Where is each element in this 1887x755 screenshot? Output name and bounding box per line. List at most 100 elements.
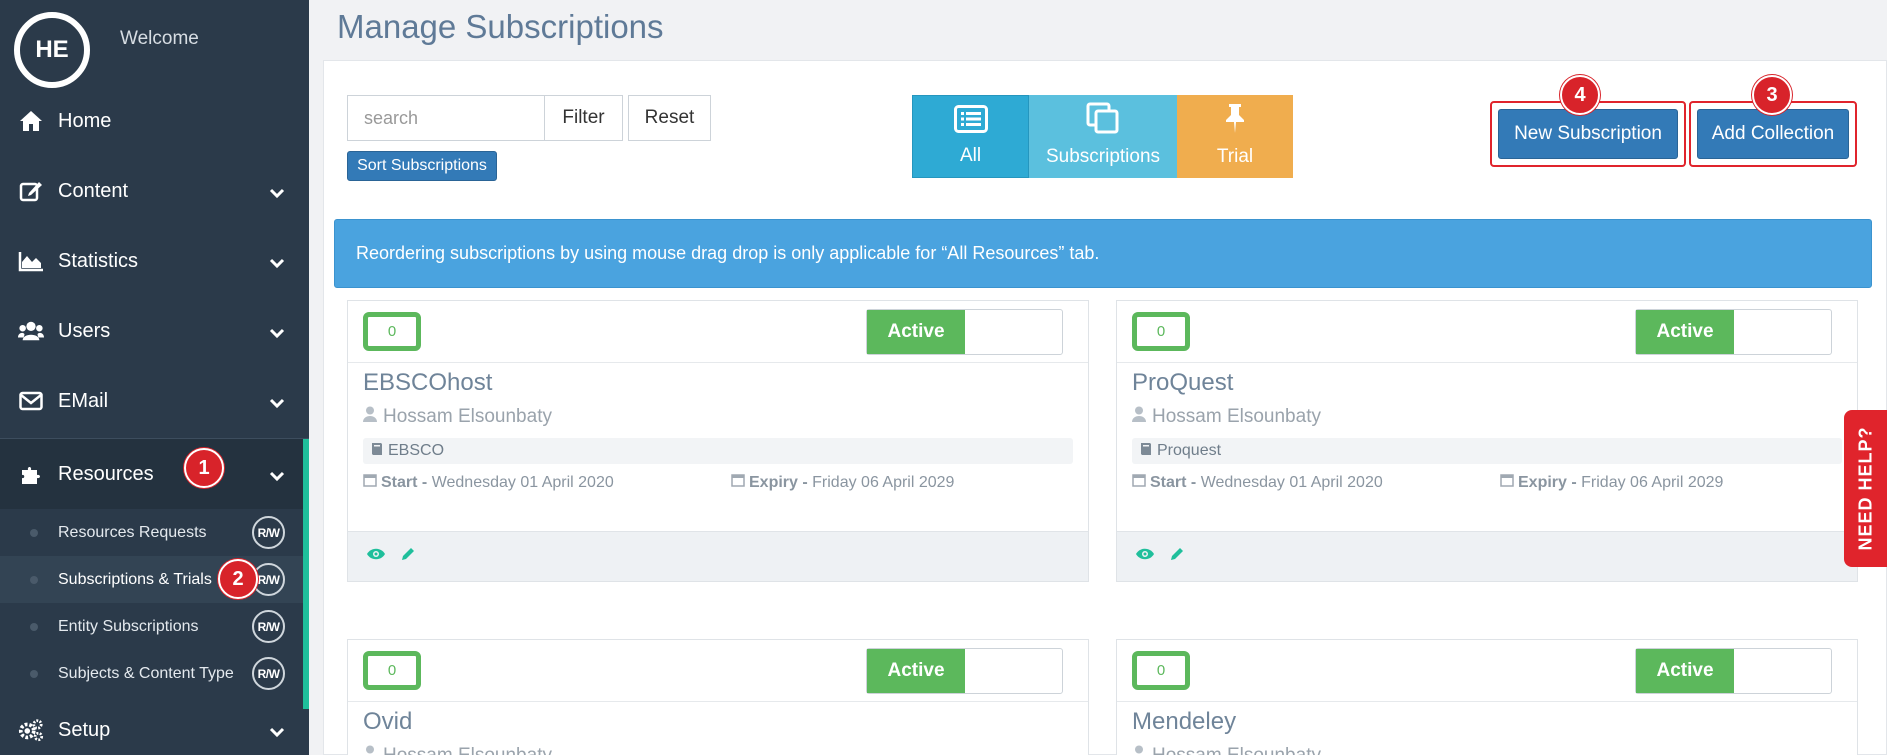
avatar[interactable]: HE: [14, 12, 90, 88]
user-icon: [363, 406, 377, 428]
nav-setup[interactable]: Setup: [0, 695, 309, 755]
nav-email[interactable]: EMail: [0, 366, 309, 436]
submenu-resources-requests[interactable]: Resources Requests R/W: [0, 509, 303, 556]
owner-line: Hossam Elsounbaty: [1132, 406, 1321, 428]
nav-content-label: Content: [58, 179, 129, 202]
filter-button[interactable]: Filter: [544, 95, 623, 141]
collection-tag: EBSCO: [363, 438, 1073, 464]
nav-statistics[interactable]: Statistics: [0, 226, 309, 296]
bullet-dot: [30, 529, 38, 537]
status-toggle[interactable]: Active: [1635, 648, 1832, 694]
subscription-card[interactable]: 0 Active Mendeley Hossam Elsounbaty: [1116, 639, 1858, 755]
start-label: Start -: [1150, 473, 1197, 491]
count-badge: 0: [363, 312, 421, 351]
nav-resources[interactable]: Resources: [0, 439, 309, 509]
tab-all[interactable]: All: [912, 95, 1029, 178]
nav-email-label: EMail: [58, 389, 109, 412]
start-date: Start - Wednesday 01 April 2020: [363, 473, 731, 492]
status-toggle[interactable]: Active: [866, 648, 1063, 694]
gears-icon: [18, 717, 44, 743]
card-divider: [348, 701, 1088, 702]
status-active-label: Active: [867, 310, 965, 354]
count-badge: 0: [1132, 312, 1190, 351]
tab-all-label: All: [959, 145, 982, 166]
new-subscription-button[interactable]: New Subscription: [1498, 109, 1678, 159]
nav-content[interactable]: Content: [0, 156, 309, 226]
reset-button[interactable]: Reset: [628, 95, 711, 141]
add-collection-button[interactable]: Add Collection: [1697, 109, 1849, 159]
chevron-down-icon: [269, 322, 285, 345]
area-chart-icon: [18, 248, 44, 274]
card-divider: [1117, 362, 1857, 363]
submenu-label: Resources Requests: [58, 523, 207, 541]
edit-icon: [18, 178, 44, 204]
tab-trial[interactable]: Trial: [1177, 95, 1293, 178]
status-active-label: Active: [1636, 310, 1734, 354]
pencil-icon[interactable]: [400, 546, 416, 567]
eye-icon[interactable]: [1135, 547, 1155, 566]
chevron-down-icon: [269, 721, 285, 744]
submenu-label: Entity Subscriptions: [58, 617, 199, 635]
subscription-card[interactable]: 0 Active EBSCOhost Hossam Elsounbaty EBS…: [347, 300, 1089, 582]
subscription-name[interactable]: Ovid: [363, 708, 412, 736]
nav-statistics-label: Statistics: [58, 249, 139, 272]
subscription-name[interactable]: ProQuest: [1132, 369, 1233, 397]
bullet-dot: [30, 576, 38, 584]
calendar-icon: [363, 473, 377, 492]
users-icon: [18, 318, 44, 344]
card-actions: [1117, 531, 1857, 581]
pencil-icon[interactable]: [1169, 546, 1185, 567]
subscription-name[interactable]: Mendeley: [1132, 708, 1236, 736]
card-divider: [348, 362, 1088, 363]
owner-name: Hossam Elsounbaty: [383, 745, 552, 755]
callout-badge-4: 4: [1560, 75, 1600, 115]
owner-line: Hossam Elsounbaty: [1132, 745, 1321, 755]
puzzle-icon: [18, 461, 44, 487]
info-alert: Reordering subscriptions by using mouse …: [334, 219, 1872, 288]
status-toggle[interactable]: Active: [866, 309, 1063, 355]
tab-subscriptions-label: Subscriptions: [1045, 146, 1161, 167]
need-help-tab[interactable]: NEED HELP?: [1844, 410, 1887, 567]
collection-name: Proquest: [1157, 442, 1222, 459]
submenu-label: Subjects & Content Type: [58, 664, 234, 682]
date-range: Start - Wednesday 01 April 2020 Expiry -…: [1132, 473, 1723, 492]
submenu-label: Subscriptions & Trials: [58, 570, 212, 588]
nav-home[interactable]: Home: [0, 86, 309, 156]
envelope-icon: [18, 388, 44, 414]
collection-tag: Proquest: [1132, 438, 1842, 464]
page-title: Manage Subscriptions: [337, 8, 664, 45]
nav-home-label: Home: [58, 109, 112, 132]
calendar-icon: [1132, 473, 1146, 492]
eye-icon[interactable]: [366, 547, 386, 566]
user-icon: [363, 745, 377, 755]
callout-badge-2: 2: [218, 559, 258, 599]
book-icon: [371, 442, 383, 461]
welcome-text: Welcome: [120, 28, 199, 49]
callout-badge-3: 3: [1752, 75, 1792, 115]
info-alert-text: Reordering subscriptions by using mouse …: [356, 243, 1100, 263]
subscription-card[interactable]: 0 Active ProQuest Hossam Elsounbaty Proq…: [1116, 300, 1858, 582]
sort-subscriptions-button[interactable]: Sort Subscriptions: [347, 151, 497, 181]
subscription-name[interactable]: EBSCOhost: [363, 369, 492, 397]
need-help-label: NEED HELP?: [1855, 426, 1876, 551]
submenu-subjects-content-type[interactable]: Subjects & Content Type R/W: [0, 650, 303, 697]
subscription-card[interactable]: 0 Active Ovid Hossam Elsounbaty: [347, 639, 1089, 755]
rw-badge: R/W: [252, 516, 285, 549]
card-divider: [1117, 701, 1857, 702]
pin-icon: [1222, 102, 1248, 140]
submenu-entity-subscriptions[interactable]: Entity Subscriptions R/W: [0, 603, 303, 650]
status-active-label: Active: [1636, 649, 1734, 693]
tab-trial-label: Trial: [1216, 146, 1254, 167]
search-input[interactable]: [347, 95, 545, 141]
nav-users[interactable]: Users: [0, 296, 309, 366]
chevron-down-icon: [269, 182, 285, 205]
status-toggle[interactable]: Active: [1635, 309, 1832, 355]
sidebar: HE Welcome Home Content Statistics Users…: [0, 0, 309, 755]
calendar-icon: [731, 473, 745, 492]
expiry-label: Expiry -: [1518, 473, 1577, 491]
copy-icon: [1086, 102, 1120, 140]
tab-subscriptions[interactable]: Subscriptions: [1029, 95, 1177, 178]
chevron-down-icon: [269, 465, 285, 488]
expiry-date: Expiry - Friday 06 April 2029: [1500, 473, 1723, 492]
owner-name: Hossam Elsounbaty: [383, 406, 552, 427]
